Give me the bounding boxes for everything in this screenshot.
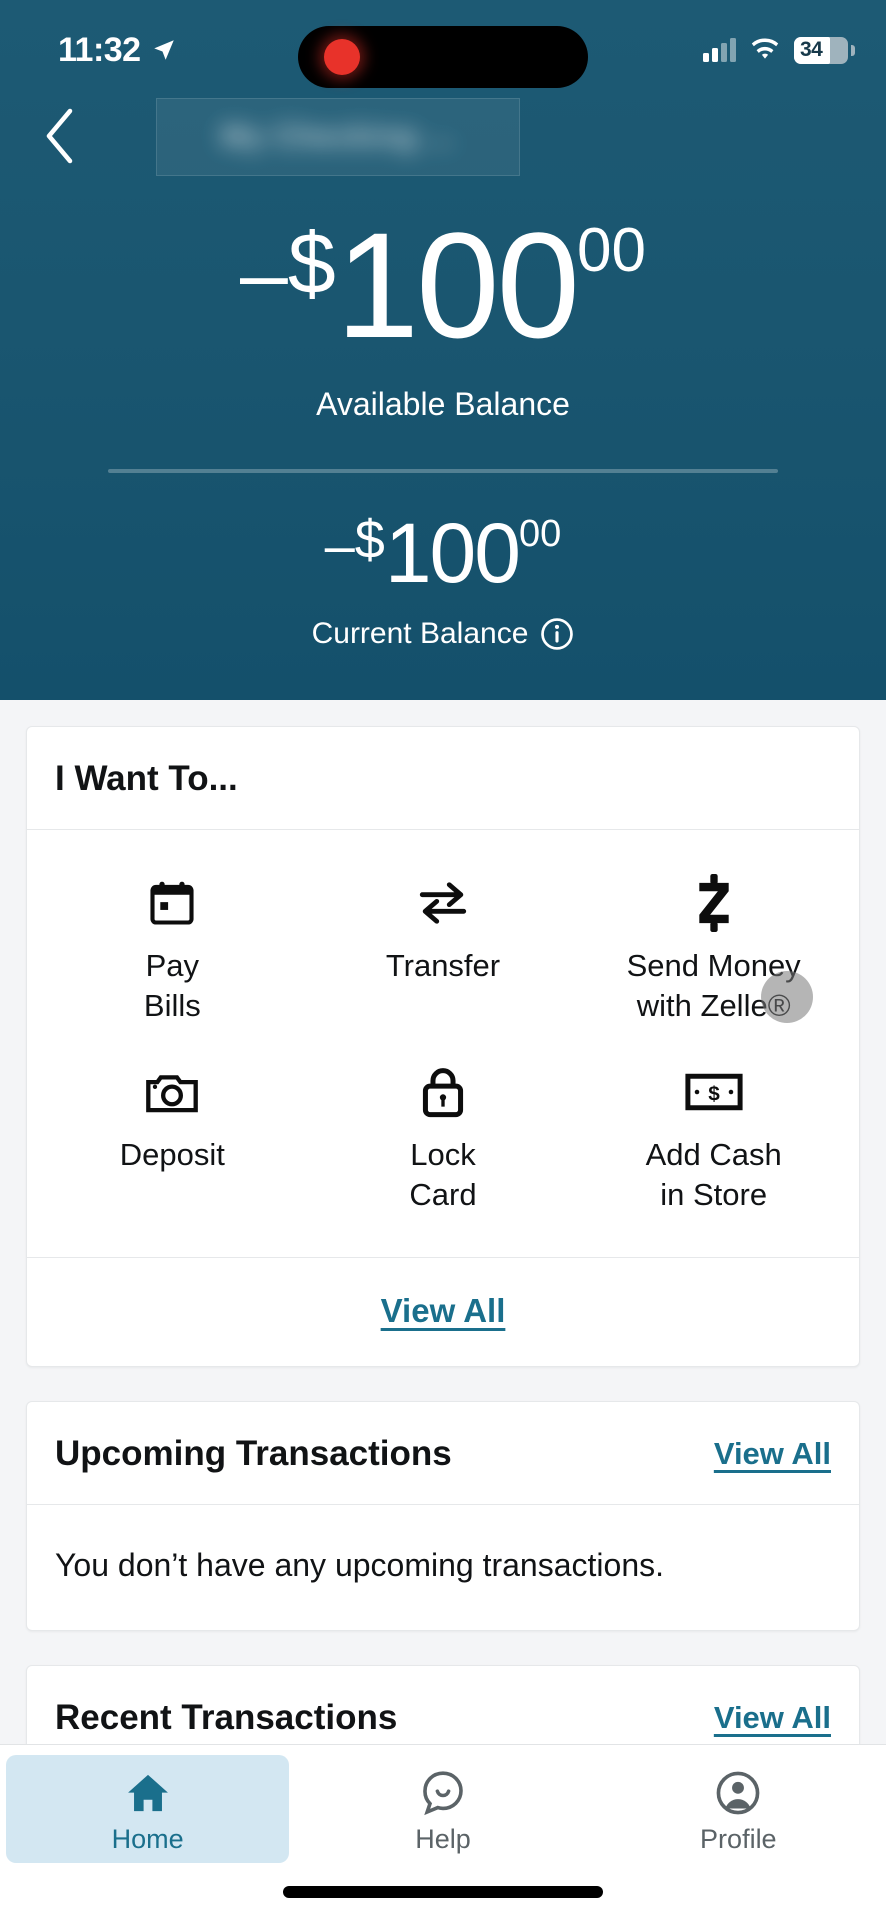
tab-help[interactable]: Help: [301, 1755, 584, 1863]
status-bar-left: 11:32: [34, 31, 177, 70]
camera-icon: [144, 1063, 200, 1121]
action-label: Add Cash in Store: [645, 1137, 782, 1213]
action-deposit[interactable]: Deposit: [37, 1047, 308, 1236]
status-time: 11:32: [58, 30, 141, 69]
i-want-to-title: I Want To...: [55, 759, 238, 798]
tab-profile[interactable]: Profile: [597, 1755, 880, 1863]
cellular-signal-icon: [703, 38, 736, 62]
back-button[interactable]: [26, 102, 94, 170]
padlock-icon: [420, 1063, 466, 1121]
action-transfer[interactable]: Transfer: [308, 858, 579, 1047]
tab-label: Profile: [700, 1823, 777, 1854]
recent-view-all-link[interactable]: View All: [714, 1700, 831, 1736]
action-add-cash-in-store[interactable]: $ Add Cash in Store: [578, 1047, 849, 1236]
svg-text:$: $: [708, 1083, 720, 1106]
dynamic-island: [298, 26, 588, 88]
status-bar: 11:32 34: [0, 0, 886, 100]
screen-recording-dot-icon: [324, 39, 360, 75]
upcoming-transactions-header: Upcoming Transactions View All: [27, 1402, 859, 1505]
chevron-left-icon: [46, 108, 73, 164]
battery-icon: 34: [794, 36, 855, 64]
current-balance-whole: 100: [384, 506, 521, 600]
home-indicator: [283, 1886, 603, 1898]
action-label: Lock Card: [409, 1137, 477, 1213]
action-pay-bills[interactable]: Pay Bills: [37, 858, 308, 1047]
app-screen: 11:32 34 My Checking ... –$10000 Availab…: [0, 0, 886, 1920]
available-balance-label: Available Balance: [316, 386, 570, 422]
home-icon: [125, 1764, 171, 1822]
action-lock-card[interactable]: Lock Card: [308, 1047, 579, 1236]
upcoming-view-all-link[interactable]: View All: [714, 1436, 831, 1472]
nav-row: My Checking ...: [0, 98, 886, 200]
calendar-icon: [146, 874, 198, 932]
account-name-label: My Checking ...: [221, 120, 455, 153]
available-balance-sign: –: [240, 226, 288, 322]
account-header: 11:32 34 My Checking ... –$10000 Availab…: [0, 0, 886, 700]
main-content[interactable]: I Want To... Pay Bills Transfer Send Mon…: [0, 700, 886, 1920]
banknote-icon: $: [685, 1063, 743, 1121]
tab-label: Help: [415, 1823, 471, 1854]
current-balance-amount: –$10000: [0, 511, 886, 595]
current-balance-label: Current Balance: [311, 617, 529, 650]
current-balance-currency: $: [354, 510, 385, 570]
current-balance-label-row: Current Balance: [0, 617, 886, 651]
action-label: Pay Bills: [143, 948, 201, 1023]
available-balance-cents: 00: [577, 216, 646, 285]
wifi-icon: [751, 38, 779, 59]
available-balance-whole: 100: [335, 201, 580, 369]
tab-home[interactable]: Home: [6, 1755, 290, 1863]
transfer-arrows-icon: [416, 874, 470, 932]
location-arrow-icon: [153, 40, 174, 60]
chat-bubble-icon: [421, 1764, 465, 1822]
recent-transactions-title: Recent Transactions: [55, 1697, 398, 1737]
bottom-tab-bar: Home Help Profile: [0, 1744, 886, 1920]
upcoming-transactions-card: Upcoming Transactions View All You don’t…: [26, 1400, 860, 1631]
action-label: Transfer: [385, 948, 501, 983]
available-balance-currency: $: [287, 216, 336, 312]
current-balance-sign: –: [324, 516, 355, 576]
i-want-to-view-all-link[interactable]: View All: [381, 1292, 506, 1329]
info-circle-icon[interactable]: [540, 617, 574, 651]
person-circle-icon: [715, 1764, 761, 1822]
i-want-to-card: I Want To... Pay Bills Transfer Send Mon…: [26, 726, 860, 1367]
current-balance-cents: 00: [518, 513, 562, 555]
action-label: Deposit: [119, 1137, 225, 1173]
battery-level: 34: [800, 38, 823, 61]
status-bar-right: 34: [703, 36, 855, 64]
quick-actions-grid: Pay Bills Transfer Send Money with Zelle…: [27, 830, 859, 1257]
account-name-pill[interactable]: My Checking ...: [156, 98, 520, 176]
zelle-logo-icon: [692, 874, 736, 932]
upcoming-transactions-title: Upcoming Transactions: [55, 1433, 452, 1473]
balance-divider: [108, 469, 778, 473]
tab-label: Home: [111, 1823, 184, 1854]
upcoming-empty-message: You don’t have any upcoming transactions…: [55, 1546, 664, 1583]
available-balance-amount: –$10000: [0, 210, 886, 360]
action-send-money-zelle[interactable]: Send Money with Zelle®: [578, 858, 849, 1047]
action-label: Send Money with Zelle®: [626, 948, 801, 1023]
i-want-to-view-all-row: View All: [27, 1258, 859, 1366]
